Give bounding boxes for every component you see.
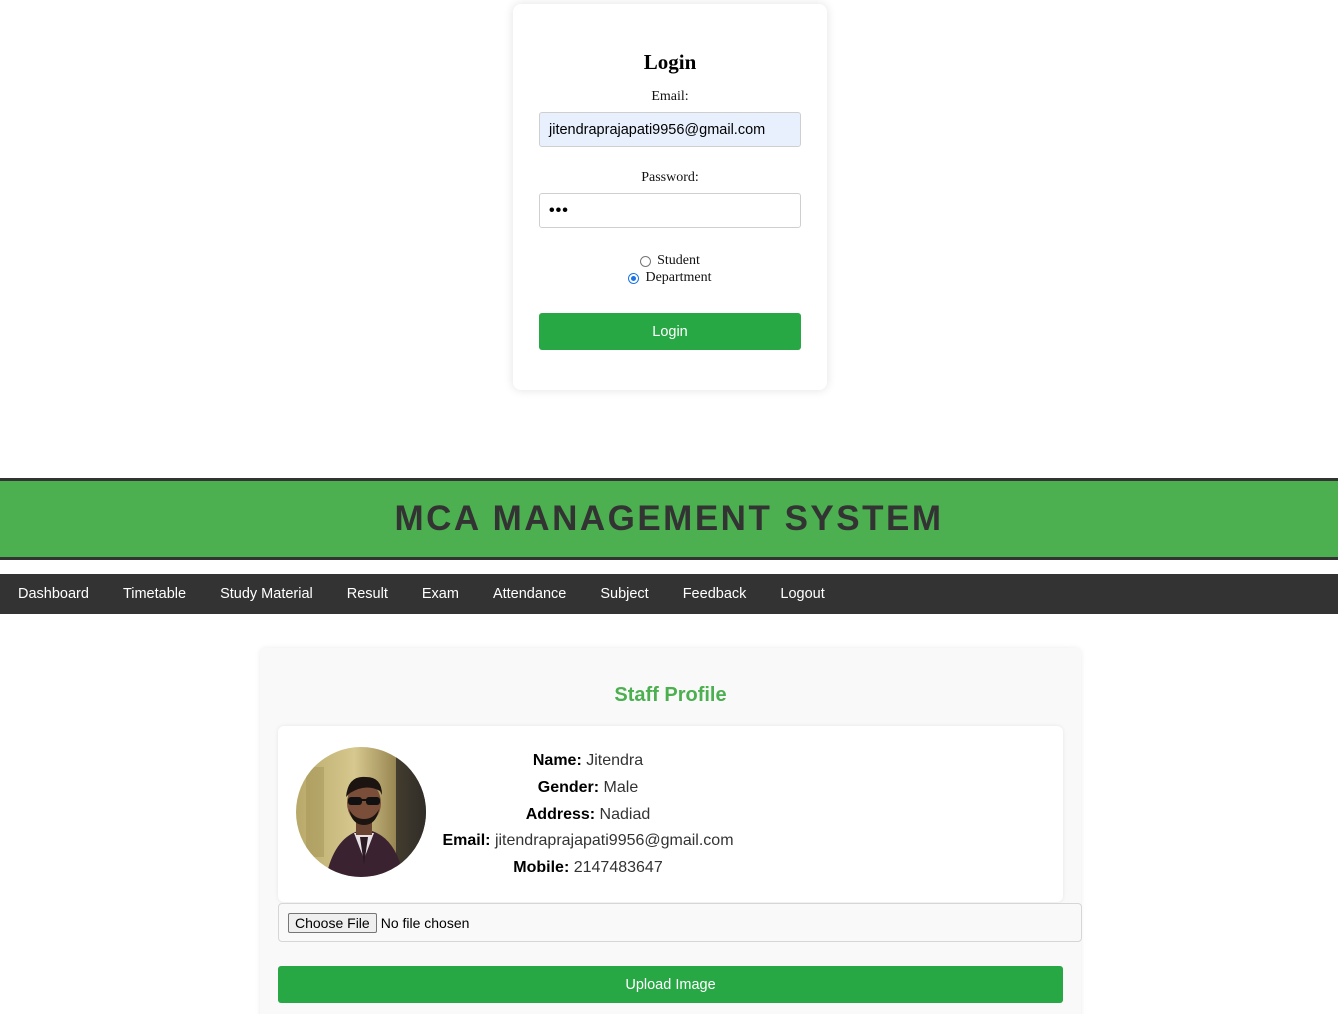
- email-input[interactable]: jitendraprajapati9956@gmail.com: [539, 112, 801, 147]
- app-title: MCA MANAGEMENT SYSTEM: [394, 499, 944, 538]
- role-option-department[interactable]: Department: [513, 270, 827, 286]
- email-label: Email:: [651, 89, 689, 104]
- password-input[interactable]: •••: [539, 193, 801, 228]
- choose-file-button[interactable]: Choose File: [288, 912, 377, 933]
- profile-panel: Staff Profile Name: Jitendra Gender: Mal…: [260, 648, 1082, 1014]
- nav-item-feedback[interactable]: Feedback: [666, 574, 764, 614]
- file-input[interactable]: Choose File No file chosen: [278, 903, 1082, 942]
- login-card: Login Email: jitendraprajapati9956@gmail…: [513, 4, 827, 390]
- role-option-student[interactable]: Student: [513, 253, 827, 269]
- profile-field-name: Name: Jitendra: [532, 752, 644, 769]
- nav-bar: Dashboard Timetable Study Material Resul…: [0, 574, 1338, 614]
- profile-field-address: Address: Nadiad: [525, 805, 651, 823]
- upload-image-button[interactable]: Upload Image: [278, 966, 1063, 1003]
- nav-item-dashboard[interactable]: Dashboard: [0, 574, 106, 614]
- avatar-photo: [296, 747, 426, 877]
- nav-item-result[interactable]: Result: [330, 574, 405, 614]
- nav-item-timetable[interactable]: Timetable: [106, 574, 203, 614]
- nav-item-logout[interactable]: Logout: [763, 574, 841, 614]
- app-header: MCA MANAGEMENT SYSTEM: [0, 478, 1338, 560]
- password-label: Password:: [641, 170, 699, 185]
- nav-item-exam[interactable]: Exam: [405, 574, 476, 614]
- department-radio[interactable]: [628, 272, 640, 284]
- profile-field-email: Email: jitendraprajapati9956@gmail.com: [442, 832, 734, 850]
- nav-item-subject[interactable]: Subject: [583, 574, 665, 614]
- student-radio[interactable]: [640, 255, 652, 267]
- student-radio-label: Student: [657, 253, 700, 268]
- profile-card: Name: Jitendra Gender: Male Address: Nad…: [278, 726, 1063, 902]
- profile-field-gender: Gender: Male: [537, 778, 639, 796]
- nav-item-attendance[interactable]: Attendance: [476, 574, 583, 614]
- profile-info: Name: Jitendra Gender: Male Address: Nad…: [438, 748, 738, 882]
- avatar: [296, 747, 426, 877]
- nav-item-study-material[interactable]: Study Material: [203, 574, 330, 614]
- login-title: Login: [643, 50, 697, 74]
- email-input-value: jitendraprajapati9956@gmail.com: [549, 121, 766, 138]
- login-button[interactable]: Login: [539, 313, 801, 350]
- profile-title: Staff Profile: [614, 684, 727, 706]
- file-status-text: No file chosen: [380, 914, 470, 931]
- department-radio-label: Department: [645, 270, 712, 285]
- password-input-value: •••: [549, 201, 569, 219]
- profile-field-mobile: Mobile: 2147483647: [513, 859, 663, 877]
